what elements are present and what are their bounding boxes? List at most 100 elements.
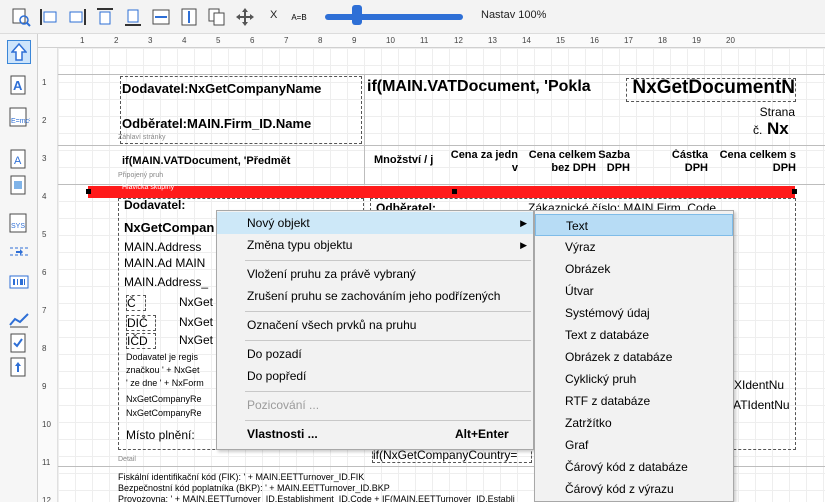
column-total-no-vat[interactable]: Cena celkem bez DPH <box>520 149 596 177</box>
align-right-icon[interactable] <box>66 6 88 28</box>
menu-positioning[interactable]: Pozicování ... <box>217 394 533 416</box>
chart-tool-icon[interactable] <box>7 308 31 332</box>
customer-firm-field[interactable]: Odběratel:MAIN.Firm_ID.Name <box>122 115 358 137</box>
submenu-item-shape[interactable]: Útvar <box>535 280 733 302</box>
selection-handle[interactable] <box>452 189 457 194</box>
same-height-icon[interactable] <box>178 6 200 28</box>
submenu-item-checkbox[interactable]: Zatržítko <box>535 412 733 434</box>
copy-objects-icon[interactable] <box>206 6 228 28</box>
menu-delete-band[interactable]: Zrušení pruhu se zachováním jeho podříze… <box>217 285 533 307</box>
ruler-number: 14 <box>522 36 531 45</box>
vat-ident-field-2[interactable]: VATIdentNu <box>726 398 796 414</box>
zoom-page-icon[interactable] <box>10 6 32 28</box>
submenu-item-db-image[interactable]: Obrázek z databáze <box>535 346 733 368</box>
same-width-icon[interactable] <box>150 6 172 28</box>
menu-insert-band-label: Vložení pruhu za právě vybraný <box>247 267 416 281</box>
svg-text:A: A <box>13 78 23 93</box>
menu-new-object[interactable]: Nový objekt ▶ <box>217 212 533 234</box>
ruler-number: 4 <box>182 36 187 45</box>
barcode-tool-icon[interactable] <box>7 270 31 294</box>
selection-handle[interactable] <box>792 189 797 194</box>
checkbox-tool-icon[interactable] <box>7 332 31 356</box>
ruler-number: 5 <box>42 230 47 239</box>
supplier-label[interactable]: Dodavatel: <box>124 198 224 216</box>
document-title-field[interactable]: if(MAIN.VATDocument, 'Pokla <box>367 78 603 100</box>
move-arrows-icon[interactable] <box>234 6 256 28</box>
submenu-item-db-barcode[interactable]: Čárový kód z databáze <box>535 456 733 478</box>
zoom-slider-thumb[interactable] <box>352 5 362 25</box>
ruler-number: 16 <box>590 36 599 45</box>
submenu-item-expression[interactable]: Výraz <box>535 236 733 258</box>
subject-field[interactable]: if(MAIN.VATDocument, 'Předmět <box>122 154 358 170</box>
db-image-tool-icon[interactable] <box>7 174 31 198</box>
submenu-item-text[interactable]: Text <box>535 214 733 236</box>
submenu-item-db-text[interactable]: Text z databáze <box>535 324 733 346</box>
selection-handle[interactable] <box>86 189 91 194</box>
column-vat-amount[interactable]: Částka DPH <box>656 149 708 177</box>
menu-change-object-type[interactable]: Změna typu objektu ▶ <box>217 234 533 256</box>
c-value[interactable]: NxGet <box>179 295 219 311</box>
page-number-field[interactable]: Nx <box>767 120 797 142</box>
zoom-slider-track[interactable] <box>325 14 463 20</box>
menu-bring-to-front[interactable]: Do popředí <box>217 365 533 387</box>
expression-tool-icon[interactable]: E=mc² <box>7 106 31 130</box>
band-label-detail: Detail <box>118 456 136 463</box>
svg-text:SYS: SYS <box>11 223 25 230</box>
align-top-icon[interactable] <box>94 6 116 28</box>
selected-band[interactable]: Hlavička skupiny <box>88 184 795 198</box>
new-object-submenu: Text Výraz Obrázek Útvar Systémový údaj … <box>534 210 734 502</box>
align-bottom-icon[interactable] <box>122 6 144 28</box>
submenu-arrow-icon: ▶ <box>520 240 527 250</box>
menu-new-object-label: Nový objekt <box>247 216 310 230</box>
rtf-tool-icon[interactable] <box>7 356 31 380</box>
icd-label[interactable]: IČD <box>126 333 156 349</box>
submenu-item-rtf-db[interactable]: RTF z databáze <box>535 390 733 412</box>
text-tool-icon[interactable]: A <box>7 74 31 98</box>
ruler-number: 19 <box>692 36 701 45</box>
horizontal-ruler: 1 2 3 4 5 6 7 8 9 10 11 12 13 14 15 16 17 18 19 20 <box>38 34 825 48</box>
ruler-number: 11 <box>42 458 51 467</box>
align-left-icon[interactable] <box>38 6 60 28</box>
ab-equal-icon[interactable]: A=B <box>286 6 312 28</box>
dic-value[interactable]: NxGet <box>179 315 219 331</box>
ruler-number: 13 <box>488 36 497 45</box>
menu-select-all-on-band[interactable]: Označení všech prvků na pruhu <box>217 314 533 336</box>
ruler-number: 2 <box>114 36 119 45</box>
submenu-item-label: Text z databáze <box>565 328 650 342</box>
submenu-item-cyclic-band[interactable]: Cyklický pruh <box>535 368 733 390</box>
ruler-number: 15 <box>556 36 565 45</box>
menu-positioning-label: Pozicování ... <box>247 398 320 412</box>
system-data-tool-icon[interactable]: SYS <box>7 212 31 236</box>
menu-properties-shortcut: Alt+Enter <box>455 427 509 441</box>
menu-separator <box>245 260 531 261</box>
icd-value[interactable]: NxGet <box>179 333 219 349</box>
column-unit-price[interactable]: Cena za jedn v <box>444 149 518 177</box>
header-divider <box>364 74 365 184</box>
menu-properties[interactable]: Vlastnosti ... Alt+Enter <box>217 423 533 445</box>
pointer-tool-icon[interactable] <box>7 40 31 64</box>
menu-separator <box>245 340 531 341</box>
menu-send-to-back[interactable]: Do pozadí <box>217 343 533 365</box>
submenu-item-system-data[interactable]: Systémový údaj <box>535 302 733 324</box>
page-label[interactable]: Strana <box>753 105 795 121</box>
ruler-number: 12 <box>454 36 463 45</box>
submenu-item-expr-barcode[interactable]: Čárový kód z výrazu <box>535 478 733 500</box>
db-text-tool-icon[interactable]: A <box>7 148 31 172</box>
submenu-item-chart[interactable]: Graf <box>535 434 733 456</box>
dic-label[interactable]: DIČ <box>126 315 156 331</box>
submenu-item-image[interactable]: Obrázek <box>535 258 733 280</box>
band-tool-icon[interactable] <box>7 240 31 264</box>
column-quantity[interactable]: Množství / j <box>374 154 442 170</box>
column-total-with-vat[interactable]: Cena celkem s DPH <box>718 149 796 177</box>
document-number-field[interactable]: NxGetDocumentN <box>626 78 796 102</box>
menu-delete-band-label: Zrušení pruhu se zachováním jeho podříze… <box>247 289 501 303</box>
submenu-item-label: RTF z databáze <box>565 394 651 408</box>
c-label[interactable]: Č <box>126 295 146 311</box>
vat-ident-field-1[interactable]: AXIdentNu <box>726 378 796 394</box>
tool-palette: A E=mc² A SYS <box>0 34 38 502</box>
supplier-company-field[interactable]: Dodavatel:NxGetCompanyName <box>122 80 358 102</box>
submenu-arrow-icon: ▶ <box>520 218 527 228</box>
menu-insert-band[interactable]: Vložení pruhu za právě vybraný <box>217 263 533 285</box>
column-vat-rate[interactable]: Sazba DPH <box>598 149 630 177</box>
submenu-item-label: Cyklický pruh <box>565 372 637 386</box>
